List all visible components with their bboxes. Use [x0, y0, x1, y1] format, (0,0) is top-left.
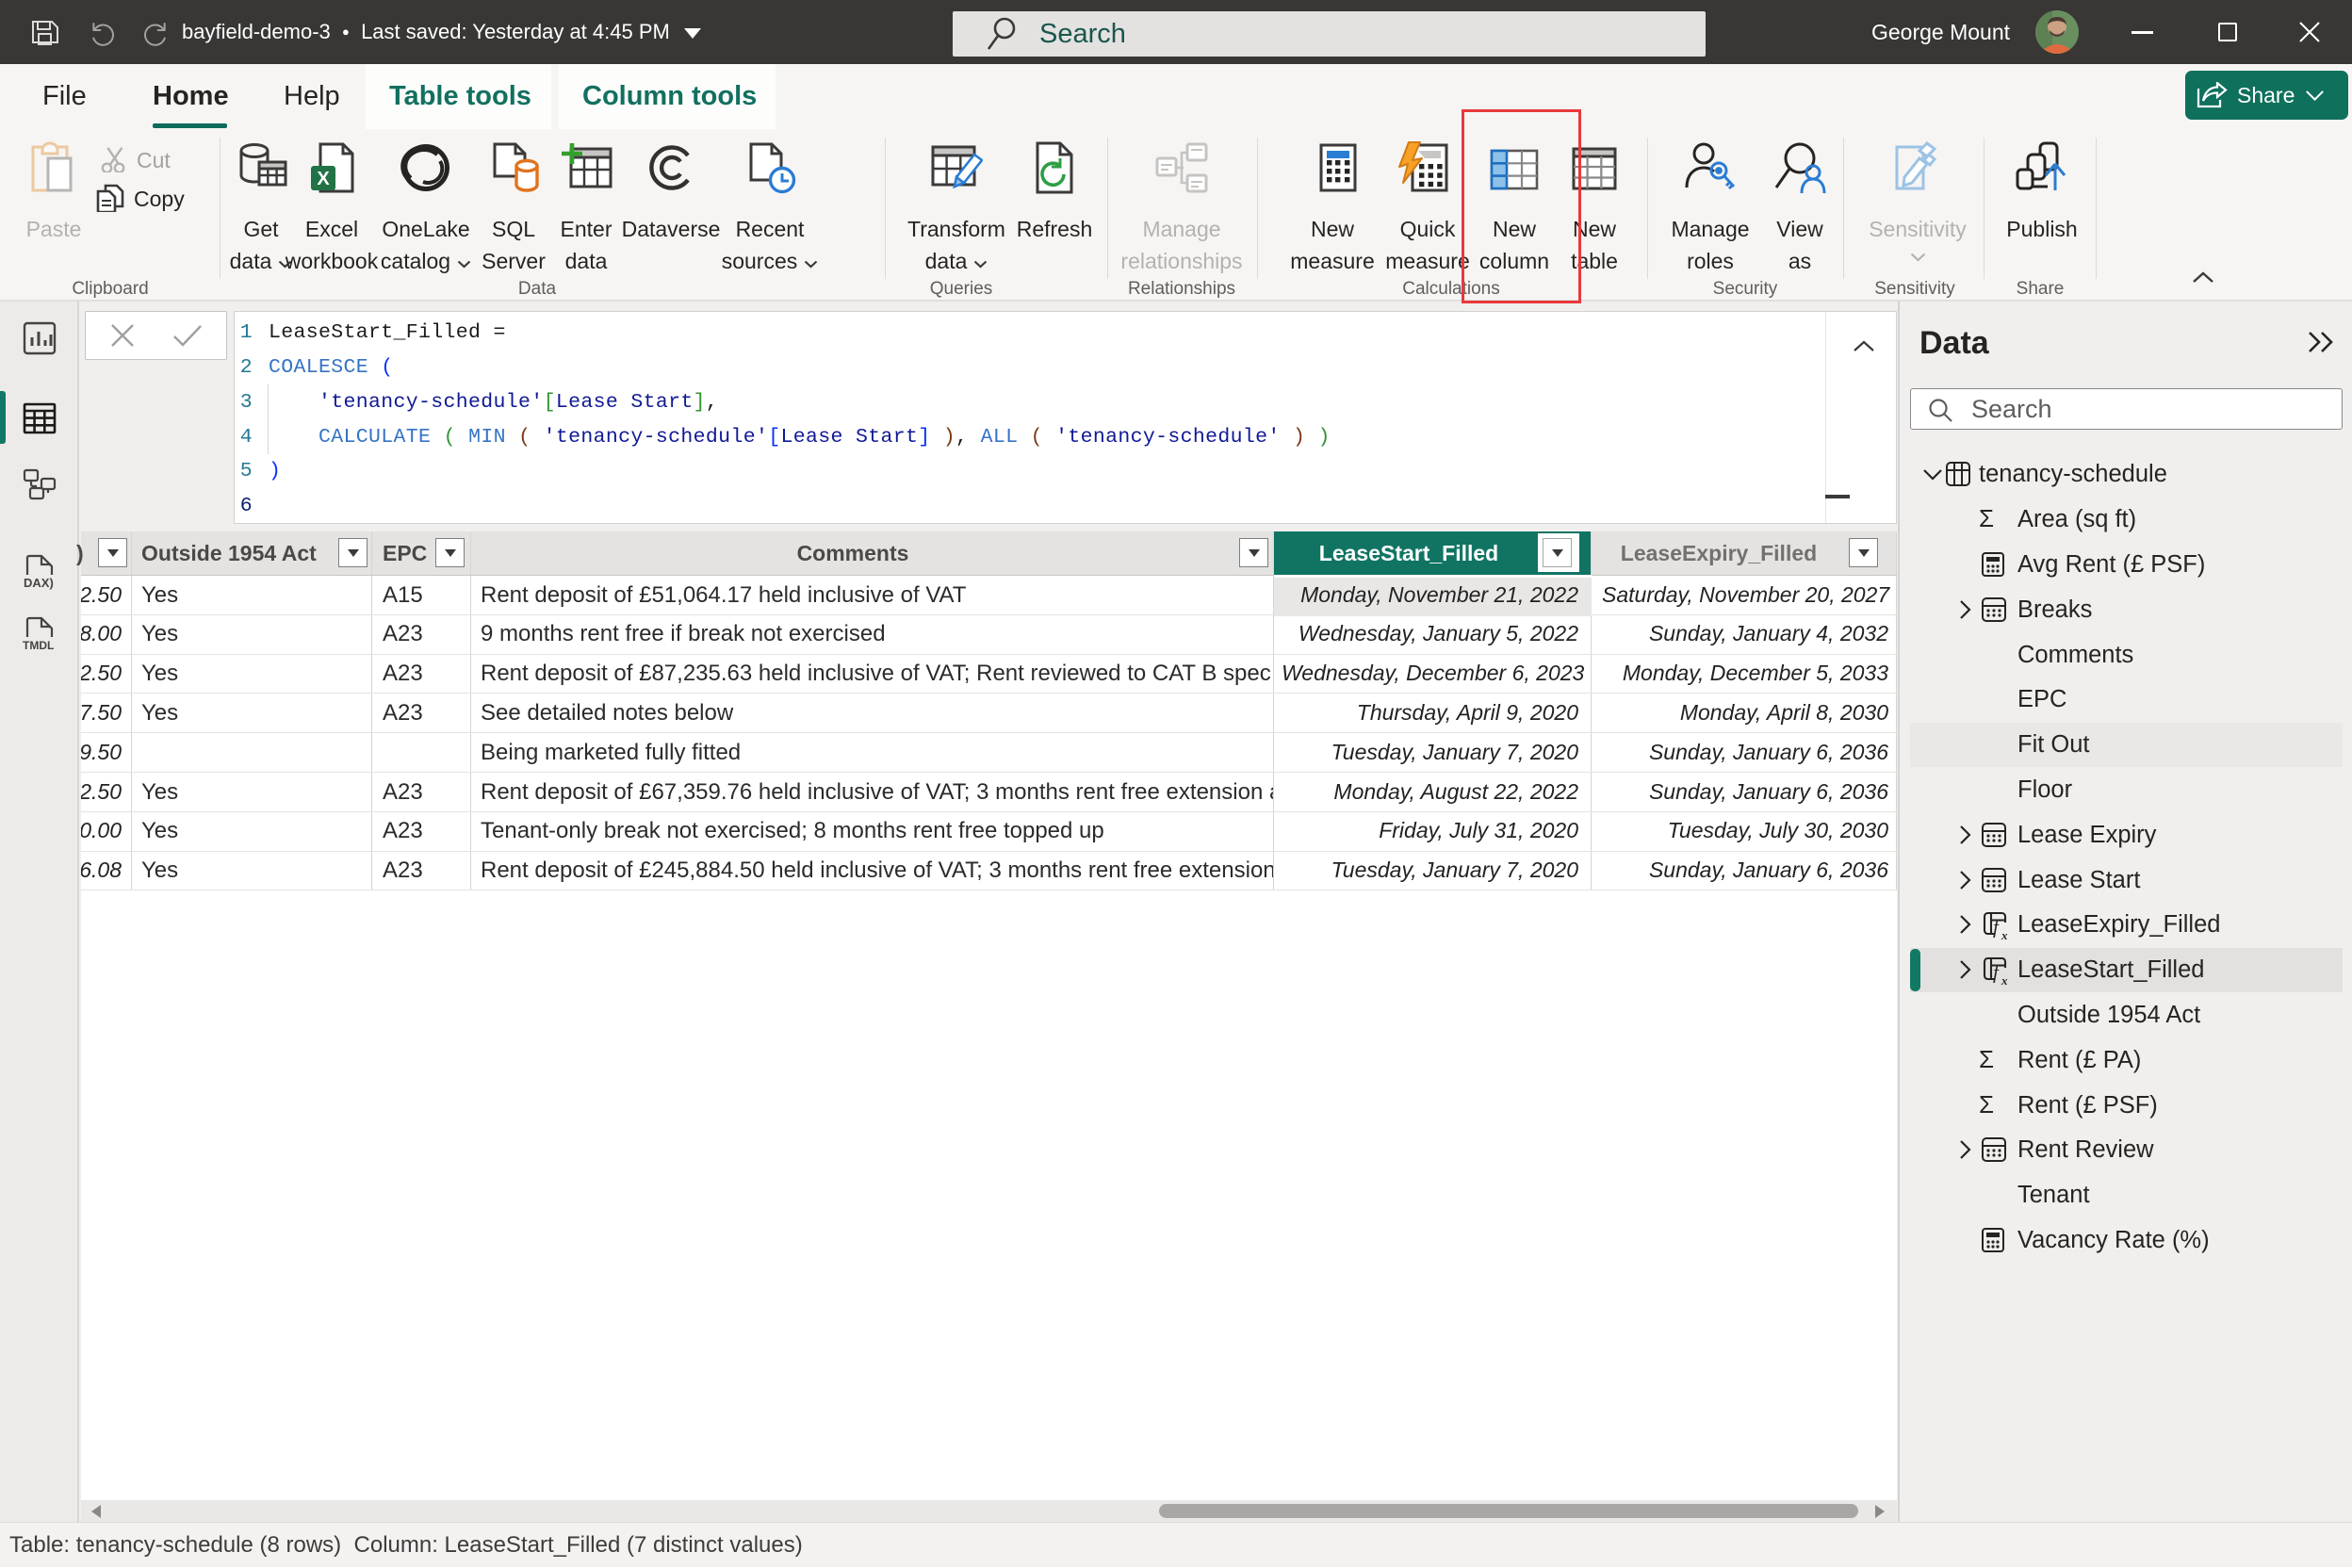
svg-text:f: f: [1993, 961, 2001, 984]
svg-text:DAX): DAX): [24, 576, 54, 590]
svg-text:f: f: [1993, 916, 2001, 939]
svg-text:x: x: [2001, 928, 2008, 940]
svg-text:TMDL: TMDL: [23, 639, 54, 652]
svg-text:x: x: [2001, 973, 2008, 986]
svg-text:X: X: [317, 169, 330, 189]
